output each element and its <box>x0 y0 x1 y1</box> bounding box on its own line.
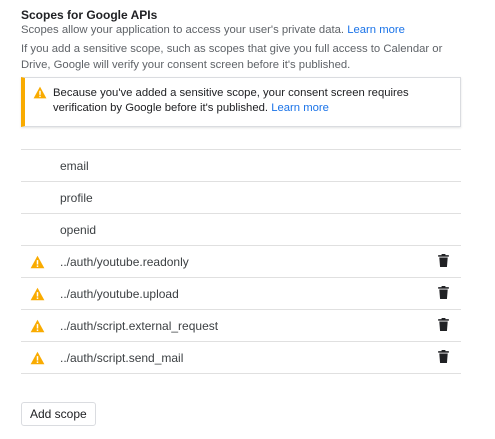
warning-message: Because you've added a sensitive scope, … <box>53 86 453 116</box>
scopes-table: email profile openid ../auth/youtube.rea… <box>21 149 461 374</box>
scope-name: ../auth/script.send_mail <box>60 351 184 365</box>
scope-name: profile <box>60 191 93 205</box>
scope-row-youtube-readonly: ../auth/youtube.readonly <box>21 246 461 278</box>
scope-name: email <box>60 159 89 173</box>
scope-name: openid <box>60 223 97 237</box>
trash-icon[interactable] <box>438 286 452 302</box>
scope-row-openid: openid <box>21 214 461 246</box>
verification-warning-banner: Because you've added a sensitive scope, … <box>21 77 461 127</box>
scope-name: ../auth/youtube.readonly <box>60 255 189 269</box>
warning-icon <box>30 319 45 338</box>
warning-icon <box>30 255 45 274</box>
scopes-description-text: Scopes allow your application to access … <box>21 24 345 36</box>
scope-row-youtube-upload: ../auth/youtube.upload <box>21 278 461 310</box>
scopes-description: Scopes allow your application to access … <box>21 23 405 37</box>
warning-learn-more-link[interactable]: Learn more <box>271 102 329 114</box>
scope-row-profile: profile <box>21 182 461 214</box>
scope-row-script-send-mail: ../auth/script.send_mail <box>21 342 461 374</box>
learn-more-link[interactable]: Learn more <box>347 24 405 36</box>
warning-text: Because you've added a sensitive scope, … <box>53 87 409 114</box>
trash-icon[interactable] <box>438 318 452 334</box>
trash-icon[interactable] <box>438 350 452 366</box>
sensitive-scope-note: If you add a sensitive scope, such as sc… <box>21 43 443 71</box>
scope-name: ../auth/youtube.upload <box>60 287 179 301</box>
scope-name: ../auth/script.external_request <box>60 319 219 333</box>
warning-icon <box>30 287 45 306</box>
scope-row-script-external-request: ../auth/script.external_request <box>21 310 461 342</box>
warning-icon <box>30 351 45 370</box>
trash-icon[interactable] <box>438 254 452 270</box>
add-scope-button[interactable]: Add scope <box>21 402 96 426</box>
section-title: Scopes for Google APIs <box>21 8 158 22</box>
scope-row-email: email <box>21 150 461 182</box>
warning-icon <box>33 86 47 104</box>
